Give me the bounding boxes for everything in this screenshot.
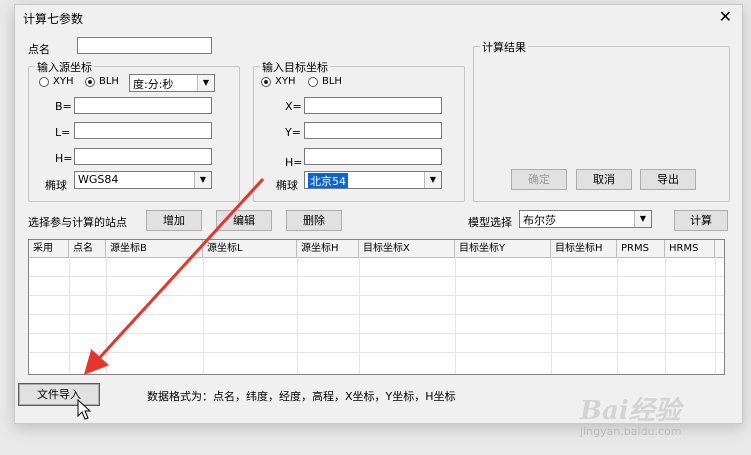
red-arrow-icon [83, 177, 265, 375]
annotation-overlay [77, 177, 265, 420]
mouse-cursor-icon [77, 398, 92, 420]
